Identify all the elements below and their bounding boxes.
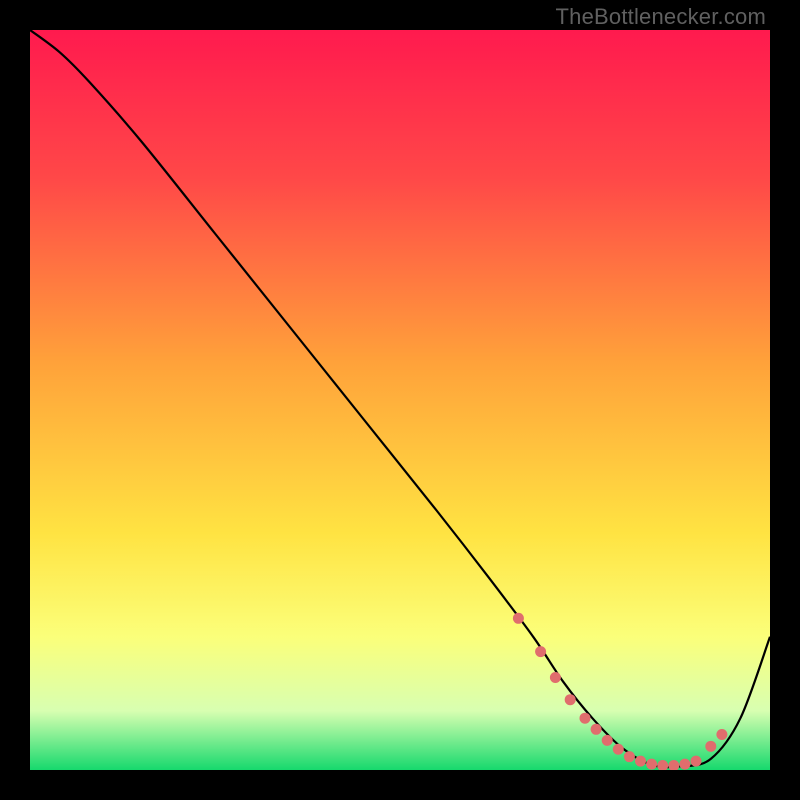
marker-point — [635, 756, 646, 767]
marker-point — [550, 672, 561, 683]
marker-point — [580, 713, 591, 724]
marker-point — [535, 646, 546, 657]
plot-area — [30, 30, 770, 770]
marker-point — [624, 751, 635, 762]
marker-point — [705, 741, 716, 752]
marker-point — [565, 694, 576, 705]
marker-point — [646, 759, 657, 770]
marker-point — [716, 729, 727, 740]
marker-point — [591, 724, 602, 735]
marker-point — [613, 744, 624, 755]
chart-svg — [30, 30, 770, 770]
marker-point — [602, 735, 613, 746]
watermark-text: TheBottlenecker.com — [556, 4, 766, 30]
chart-frame: TheBottlenecker.com — [0, 0, 800, 800]
marker-point — [513, 613, 524, 624]
marker-point — [679, 759, 690, 770]
marker-point — [691, 756, 702, 767]
